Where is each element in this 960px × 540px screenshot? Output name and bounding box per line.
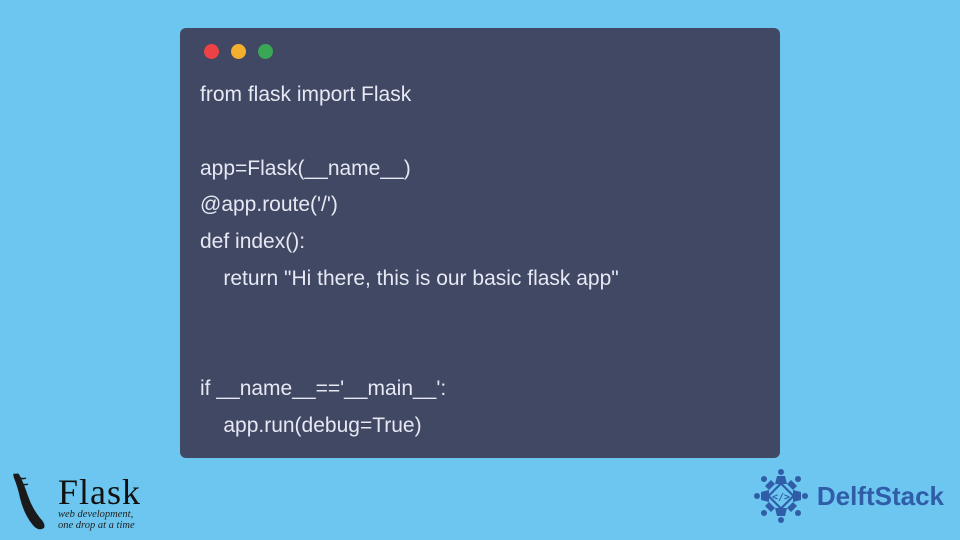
minimize-icon: [231, 44, 246, 59]
code-line: @app.route('/'): [200, 193, 338, 216]
delftstack-title: DelftStack: [817, 481, 944, 512]
flask-logo: Flask web development, one drop at a tim…: [8, 470, 141, 532]
window-controls: [204, 44, 760, 59]
code-line: def index():: [200, 230, 305, 253]
maximize-icon: [258, 44, 273, 59]
code-line: return "Hi there, this is our basic flas…: [200, 267, 619, 290]
code-line: app.run(debug=True): [200, 414, 422, 437]
delftstack-medallion-icon: </>: [751, 466, 811, 526]
flask-subtitle: web development, one drop at a time: [58, 509, 141, 531]
flask-title: Flask: [58, 471, 141, 513]
close-icon: [204, 44, 219, 59]
code-block: from flask import Flask app=Flask(__name…: [200, 77, 760, 445]
code-line: app=Flask(__name__): [200, 157, 411, 180]
svg-text:</>: </>: [772, 492, 790, 503]
code-window: from flask import Flask app=Flask(__name…: [180, 28, 780, 458]
delftstack-logo: </> DelftStack: [751, 466, 944, 526]
code-line: from flask import Flask: [200, 83, 411, 106]
flask-text-block: Flask web development, one drop at a tim…: [58, 471, 141, 531]
code-line: if __name__=='__main__':: [200, 377, 446, 400]
flask-horn-icon: [8, 470, 50, 532]
